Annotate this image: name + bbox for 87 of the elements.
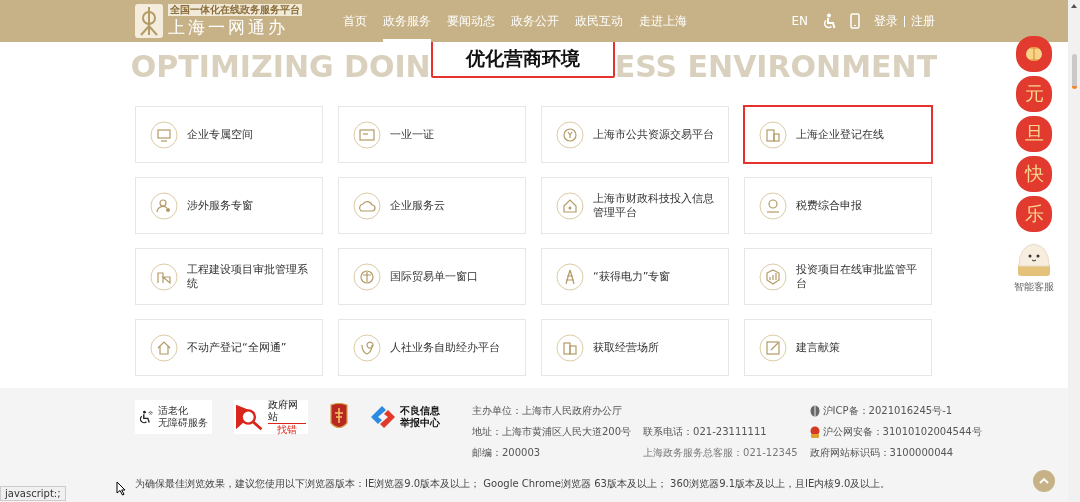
- festive-character: 旦: [1016, 116, 1052, 152]
- footer-info-text: 沪ICP备：2021016245号-1: [822, 403, 953, 418]
- footer-info-text: 地址：上海市黄浦区人民大道200号: [472, 424, 632, 439]
- error-report-badge[interactable]: 政府网站 找错: [234, 400, 308, 434]
- service-card[interactable]: 税费综合申报: [744, 177, 932, 234]
- scrollbar[interactable]: [1068, 0, 1080, 502]
- service-icon: [556, 191, 584, 220]
- police-badge-icon: [809, 425, 820, 438]
- footer-info-text: 上海政务服务总客服：021-12345: [643, 445, 798, 460]
- emblem-icon: [135, 4, 163, 38]
- status-bar: javascript:;: [0, 486, 66, 501]
- service-label: 上海市公共资源交易平台: [593, 127, 714, 142]
- service-label: “获得电力”专窗: [593, 269, 671, 284]
- badge-text: 找错: [277, 423, 298, 436]
- background-text: ESS ENVIRONMENT: [614, 50, 938, 84]
- service-label: 企业专属空间: [187, 127, 253, 142]
- service-icon: [759, 191, 787, 220]
- badge-text: 政府网站: [268, 398, 306, 424]
- accessibility-badge[interactable]: 适老化 无障碍服务: [135, 400, 212, 434]
- service-card[interactable]: 建言献策: [744, 319, 932, 376]
- footer-info-text: 联系电话：021-23111111: [643, 424, 767, 439]
- logo-name: 上海一网通办: [168, 16, 289, 38]
- service-label: 投资项目在线审批监管平台: [796, 262, 918, 291]
- badge-text: 适老化 无障碍服务: [158, 405, 208, 429]
- service-label: 人社业务自助经办平台: [390, 340, 500, 355]
- arrows-icon: [370, 405, 396, 429]
- chevron-up-icon: [1039, 478, 1049, 484]
- service-card[interactable]: 工程建设项目审批管理系统: [135, 248, 323, 305]
- service-card[interactable]: 投资项目在线审批监管平台: [744, 248, 932, 305]
- service-card[interactable]: 上海企业登记在线: [744, 106, 932, 163]
- service-icon: [353, 333, 381, 362]
- service-label: 获取经营场所: [593, 340, 659, 355]
- footer-info-text: 沪公网安备：31010102004544号: [822, 424, 982, 439]
- service-label: 建言献策: [796, 340, 840, 355]
- service-label: 国际贸易单一窗口: [390, 269, 478, 284]
- mobile-icon: [850, 13, 860, 29]
- service-icon: [150, 191, 178, 220]
- service-icon: [353, 191, 381, 220]
- service-icon: [353, 120, 381, 149]
- lantern-icon: [1025, 44, 1043, 64]
- service-icon: [556, 333, 584, 362]
- service-card[interactable]: 上海市财政科技投入信息管理平台: [541, 177, 729, 234]
- service-icon: [353, 262, 381, 291]
- service-card[interactable]: 企业专属空间: [135, 106, 323, 163]
- browser-note: 为确保最佳浏览效果，建议您使用以下浏览器版本：IE浏览器9.0版本及以上； Google Chrome浏览器 63版本及以上； 360浏览器9.1版本及以上，且IE内核9.0及以上。: [135, 477, 891, 491]
- service-card[interactable]: 上海市公共资源交易平台: [541, 106, 729, 163]
- service-icon: [150, 333, 178, 362]
- service-icon: [556, 262, 584, 291]
- cursor-icon: [116, 481, 126, 496]
- service-card[interactable]: 获取经营场所: [541, 319, 729, 376]
- accessibility-icon: [822, 13, 836, 29]
- service-label: 一业一证: [390, 127, 434, 142]
- service-card[interactable]: 企业服务云: [338, 177, 526, 234]
- service-icon: [759, 120, 787, 149]
- footer-info-text: 政府网站标识码：3100000044: [809, 445, 954, 460]
- service-icon: [759, 333, 787, 362]
- festive-character: 快: [1016, 156, 1052, 192]
- service-card[interactable]: “获得电力”专窗: [541, 248, 729, 305]
- scroll-up-icon[interactable]: [1071, 4, 1077, 8]
- emblem-icon: [330, 403, 348, 431]
- service-icon: [150, 120, 178, 149]
- service-icon: [556, 120, 584, 149]
- assistant-label[interactable]: 智能客服: [1014, 280, 1054, 294]
- footer-info-text: 主办单位：上海市人民政府办公厅: [472, 403, 622, 418]
- service-label: 上海企业登记在线: [796, 127, 884, 142]
- service-label: 企业服务云: [390, 198, 445, 213]
- service-label: 税费综合申报: [796, 198, 862, 213]
- service-label: 工程建设项目审批管理系统: [187, 262, 309, 291]
- service-icon: [759, 262, 787, 291]
- badge-text: 不良信息 举报中心: [400, 405, 440, 429]
- festive-character: 乐: [1016, 196, 1052, 232]
- service-card[interactable]: 涉外服务专窗: [135, 177, 323, 234]
- service-card[interactable]: 一业一证: [338, 106, 526, 163]
- festive-character: 元: [1016, 76, 1052, 112]
- logo-tagline: 全国一体化在线政务服务平台: [168, 4, 302, 16]
- service-icon: [150, 262, 178, 291]
- service-label: 不动产登记“全网通”: [187, 340, 287, 355]
- magnifier-icon: [236, 402, 265, 432]
- footer-info-text: 邮编：200003: [472, 445, 541, 460]
- report-center-badge[interactable]: 不良信息 举报中心: [370, 400, 450, 434]
- service-card[interactable]: 国际贸易单一窗口: [338, 248, 526, 305]
- background-text: OPTIMIZING DOIN: [130, 50, 431, 84]
- service-card[interactable]: 不动产登记“全网通”: [135, 319, 323, 376]
- section-title: 优化营商环境: [430, 42, 615, 78]
- service-card[interactable]: 人社业务自助经办平台: [338, 319, 526, 376]
- service-label: 涉外服务专窗: [187, 198, 253, 213]
- service-label: 上海市财政科技投入信息管理平台: [593, 191, 715, 220]
